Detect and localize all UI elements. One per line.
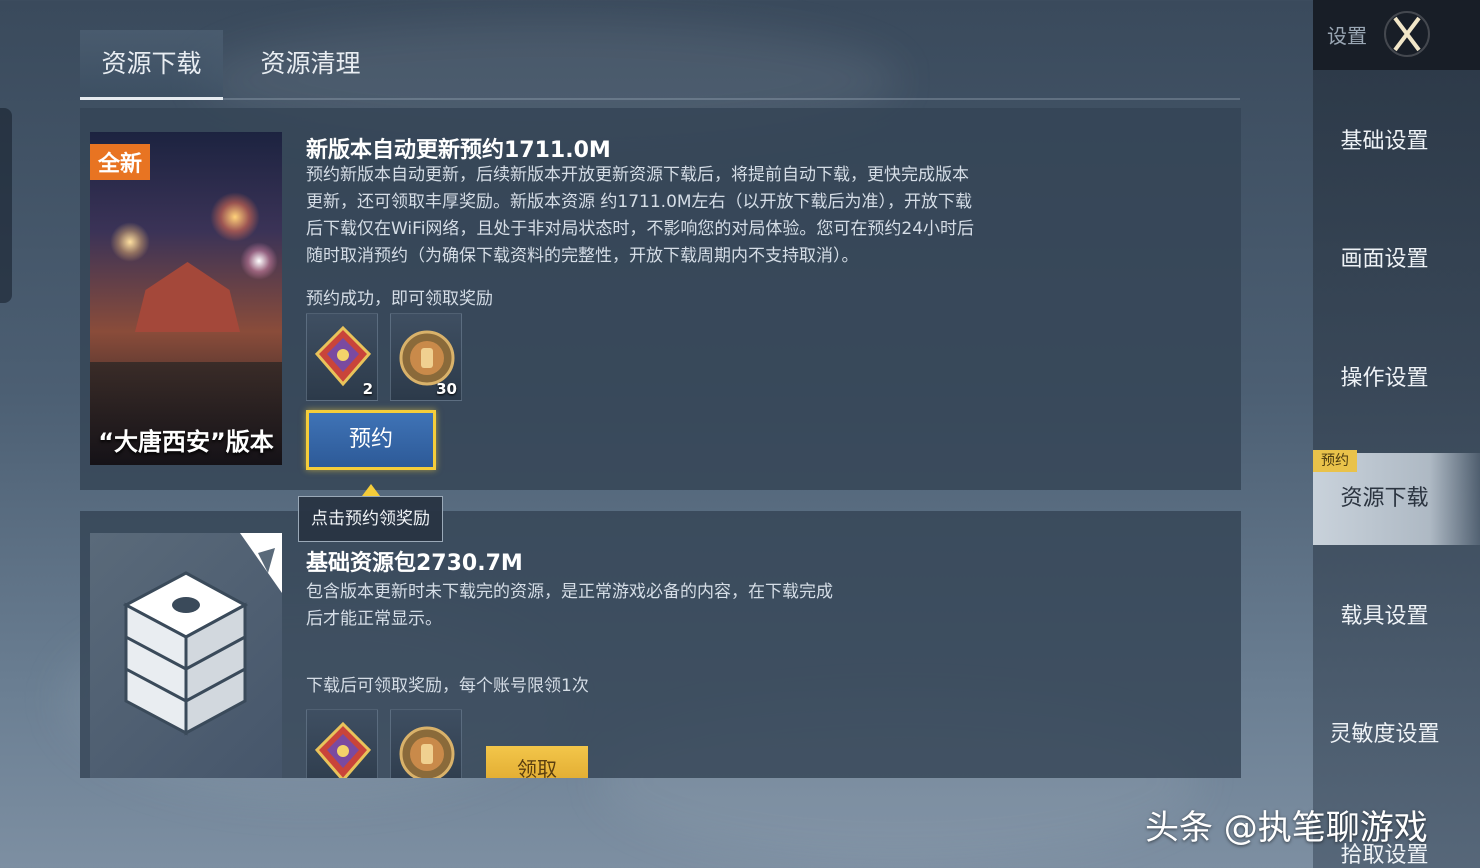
sidebar-title: 设置: [1327, 24, 1367, 48]
tab-resource-download[interactable]: 资源下载: [80, 30, 223, 100]
medal-icon: [399, 726, 455, 778]
sidebar-item-label: 资源下载: [1340, 486, 1429, 511]
description-line: 包含版本更新时未下载完的资源，是正常游戏必备的内容，在下载完成: [306, 582, 833, 602]
panel-description: 包含版本更新时未下载完的资源，是正常游戏必备的内容，在下载完成 后才能正常显示。: [306, 579, 833, 633]
reward-slot[interactable]: 30: [390, 313, 462, 401]
description-line: 后才能正常显示。: [306, 609, 442, 629]
reward-slot[interactable]: 2: [306, 313, 378, 401]
base-resource-panel: 基础资源包2730.7M 包含版本更新时未下载完的资源，是正常游戏必备的内容，在…: [80, 511, 1241, 778]
reward-note: 预约成功，即可领取奖励: [306, 289, 493, 309]
reward-note: 下载后可领取奖励，每个账号限领1次: [306, 676, 589, 696]
description-line: 更新，还可领取丰厚奖励。新版本资源 约1711.0M左右（以开放下载后为准），开…: [306, 192, 973, 212]
watermark: 头条 @执笔聊游戏: [1145, 808, 1428, 848]
tab-bar: 资源下载 资源清理: [80, 30, 1240, 100]
tab-resource-cleanup[interactable]: 资源清理: [248, 30, 373, 100]
panel-title: 基础资源包2730.7M: [306, 551, 523, 576]
card-icon: [314, 721, 372, 778]
reserve-tooltip: 点击预约领奖励: [298, 496, 443, 542]
sidebar-item-sensitivity[interactable]: 灵敏度设置: [1313, 689, 1480, 781]
firework-decoration: [110, 222, 150, 262]
description-line: 随时取消预约（为确保下载资料的完整性，开放下载周期内不支持取消）。: [306, 246, 859, 266]
reserve-button[interactable]: 预约: [306, 410, 436, 470]
new-badge: 全新: [90, 144, 151, 180]
left-edge-tab: [0, 108, 12, 303]
new-version-panel: 全新 “大唐西安”版本 新版本自动更新预约1711.0M 预约新版本自动更新，后…: [80, 108, 1241, 490]
sidebar-header: 设置: [1313, 0, 1480, 70]
settings-sidebar: 设置 基础设置 画面设置 操作设置 资源下载 预约 载具设置 灵敏度设置 拾取设…: [1313, 0, 1480, 868]
firework-decoration: [240, 242, 278, 280]
sidebar-item-controls[interactable]: 操作设置: [1313, 333, 1480, 425]
sidebar-item-vehicle[interactable]: 载具设置: [1313, 571, 1480, 663]
reward-slot[interactable]: [390, 709, 462, 778]
palace-illustration: [135, 262, 240, 332]
firework-decoration: [210, 192, 260, 242]
reward-slot[interactable]: [306, 709, 378, 778]
description-line: 后下载仅在WiFi网络，且处于非对局状态时，不影响您的对局体验。您可在预约24小…: [306, 219, 975, 239]
version-cover-image: 全新 “大唐西安”版本: [90, 132, 282, 465]
reserve-badge: 预约: [1313, 450, 1357, 472]
version-caption: “大唐西安”版本: [98, 428, 274, 456]
description-line: 预约新版本自动更新，后续新版本开放更新资源下载后，将提前自动下载，更快完成版本: [306, 165, 969, 185]
panel-title: 新版本自动更新预约1711.0M: [306, 138, 611, 163]
reward-quantity: 2: [362, 380, 373, 398]
resource-box-icon: [122, 533, 282, 736]
claim-button[interactable]: 领取: [486, 746, 588, 778]
close-icon[interactable]: [1383, 10, 1431, 58]
resource-pack-image: [90, 533, 282, 778]
reward-quantity: 30: [436, 380, 457, 398]
panel-description: 预约新版本自动更新，后续新版本开放更新资源下载后，将提前自动下载，更快完成版本 …: [306, 162, 974, 270]
sidebar-item-graphics[interactable]: 画面设置: [1313, 214, 1480, 306]
sidebar-item-basic[interactable]: 基础设置: [1313, 96, 1480, 188]
tooltip-arrow: [362, 484, 380, 496]
